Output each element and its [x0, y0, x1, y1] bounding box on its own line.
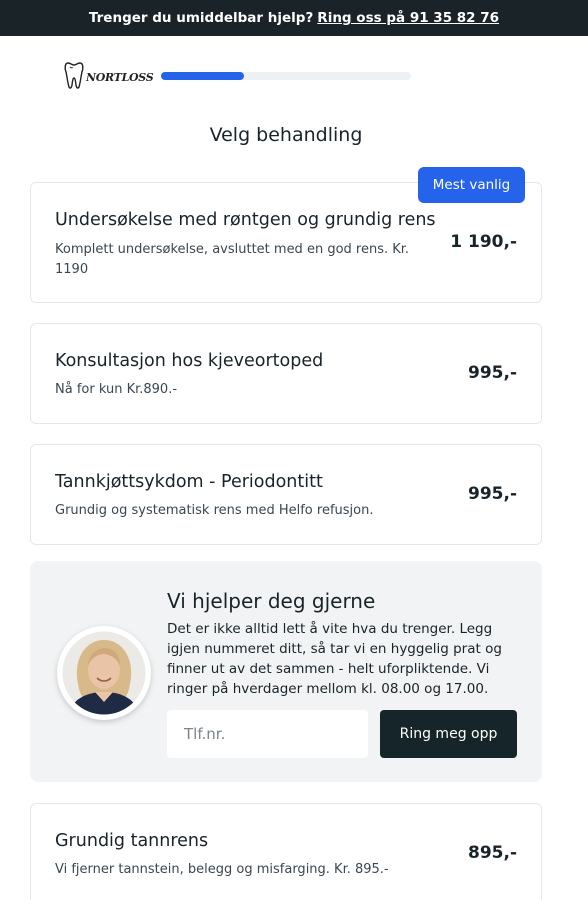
- treatment-description: Grundig og systematisk rens med Helfo re…: [55, 503, 374, 518]
- treatment-title: Grundig tannrens: [55, 831, 209, 851]
- progress-bar: [161, 72, 411, 80]
- progress-bar-fill: [161, 72, 244, 80]
- header: NORTLOSS: [0, 36, 588, 116]
- treatment-title: Konsultasjon hos kjeveortoped: [55, 351, 324, 371]
- tooth-icon: [64, 60, 84, 94]
- phone-input[interactable]: [167, 710, 368, 758]
- treatment-price: 995,-: [468, 363, 517, 383]
- treatment-description: Komplett undersøkelse, avsluttet med en …: [55, 242, 410, 277]
- treatment-price: 1 190,-: [450, 232, 517, 252]
- help-title: Vi hjelper deg gjerne: [167, 589, 376, 613]
- call-me-button[interactable]: Ring meg opp: [380, 710, 517, 758]
- treatment-card-orthodontist[interactable]: Konsultasjon hos kjeveortoped Nå for kun…: [30, 323, 542, 424]
- page-title: Velg behandling: [209, 124, 363, 146]
- logo-wordmark: NORTLOSS: [86, 70, 154, 84]
- treatment-card-cleaning[interactable]: Grundig tannrens Vi fjerner tannstein, b…: [30, 803, 542, 900]
- treatment-description: Nå for kun Kr.890.-: [55, 382, 178, 397]
- treatment-title: Tannkjøttsykdom - Periodontitt: [55, 472, 323, 492]
- treatment-description: Vi fjerner tannstein, belegg og misfargi…: [55, 862, 389, 877]
- treatment-title: Undersøkelse med røntgen og grundig rens: [55, 210, 436, 230]
- top-announcement-bar: Trenger du umiddelbar hjelp? Ring oss på…: [0, 0, 588, 36]
- person-avatar: [57, 626, 151, 720]
- call-phone-link[interactable]: Ring oss på 91 35 82 76: [317, 10, 499, 26]
- help-question-text: Trenger du umiddelbar hjelp?: [88, 10, 314, 26]
- callback-section: Vi hjelper deg gjerne Det er ikke alltid…: [30, 561, 542, 782]
- most-common-badge: Mest vanlig: [418, 167, 525, 203]
- logo[interactable]: NORTLOSS: [64, 60, 154, 94]
- help-text: Det er ikke alltid lett å vite hva du tr…: [167, 621, 502, 697]
- treatment-price: 895,-: [468, 843, 517, 863]
- treatment-card-periodontitis[interactable]: Tannkjøttsykdom - Periodontitt Grundig o…: [30, 444, 542, 545]
- treatment-price: 995,-: [468, 484, 517, 504]
